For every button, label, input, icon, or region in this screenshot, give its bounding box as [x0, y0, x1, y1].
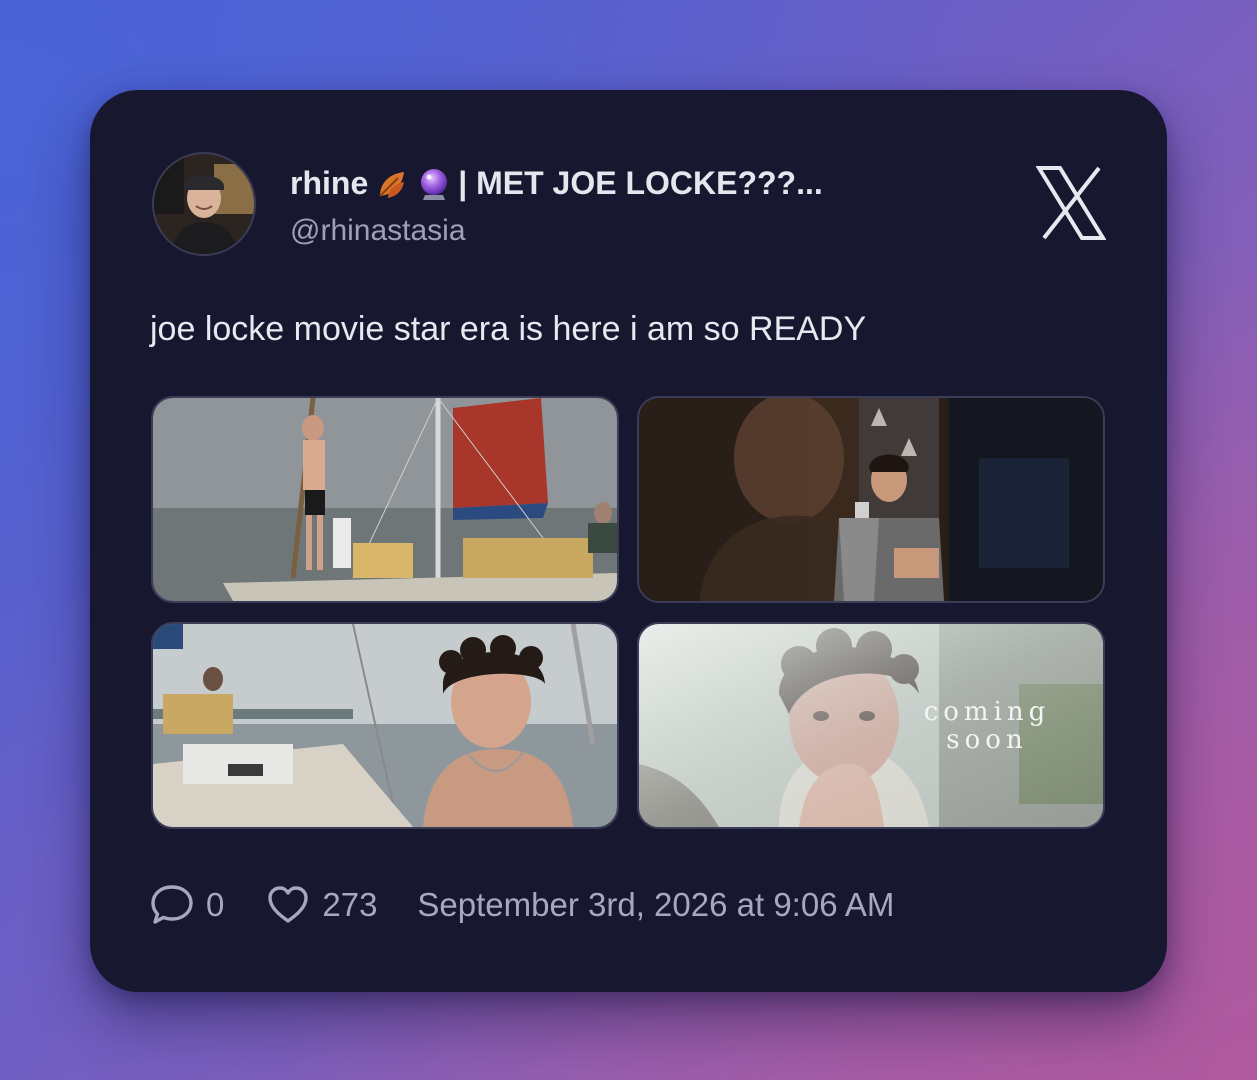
avatar[interactable]	[152, 152, 256, 256]
comment-icon[interactable]	[150, 883, 194, 927]
tweet-timestamp[interactable]: September 3rd, 2026 at 9:06 AM	[417, 886, 894, 924]
x-logo-icon[interactable]	[1036, 166, 1106, 240]
media-image-4[interactable]: coming soon	[637, 622, 1105, 829]
display-name-suffix: | MET JOE LOCKE???...	[458, 165, 823, 201]
phone-scene-image	[639, 398, 1103, 601]
coming-text: coming	[924, 697, 1051, 727]
avatar-photo	[154, 154, 254, 254]
media-image-3[interactable]	[151, 622, 619, 829]
reply-count: 0	[206, 886, 225, 923]
tweet-footer: 0 273 September 3rd, 2026 at 9:06 AM	[150, 880, 894, 930]
author-display-name[interactable]: rhine | MET JOE LOCKE???...	[290, 165, 823, 202]
heart-icon[interactable]	[266, 883, 310, 927]
display-name-text: rhine	[290, 165, 369, 201]
media-image-2[interactable]	[637, 396, 1105, 603]
like-count: 273	[322, 886, 378, 923]
crystal-ball-icon	[421, 168, 448, 200]
author-handle[interactable]: @rhinastasia	[290, 214, 466, 248]
tweet-card: rhine | MET JOE LOCKE???... @rhinastasia…	[90, 90, 1167, 992]
tweet-text: joe locke movie star era is here i am so…	[150, 310, 867, 348]
media-image-1[interactable]	[151, 396, 619, 603]
sailboat-image	[153, 398, 617, 601]
fallen-leaf-icon	[379, 171, 405, 198]
soon-text: soon	[946, 725, 1027, 755]
car-closeup-image: coming soon	[639, 624, 1103, 827]
boat-closeup-image	[153, 624, 617, 827]
